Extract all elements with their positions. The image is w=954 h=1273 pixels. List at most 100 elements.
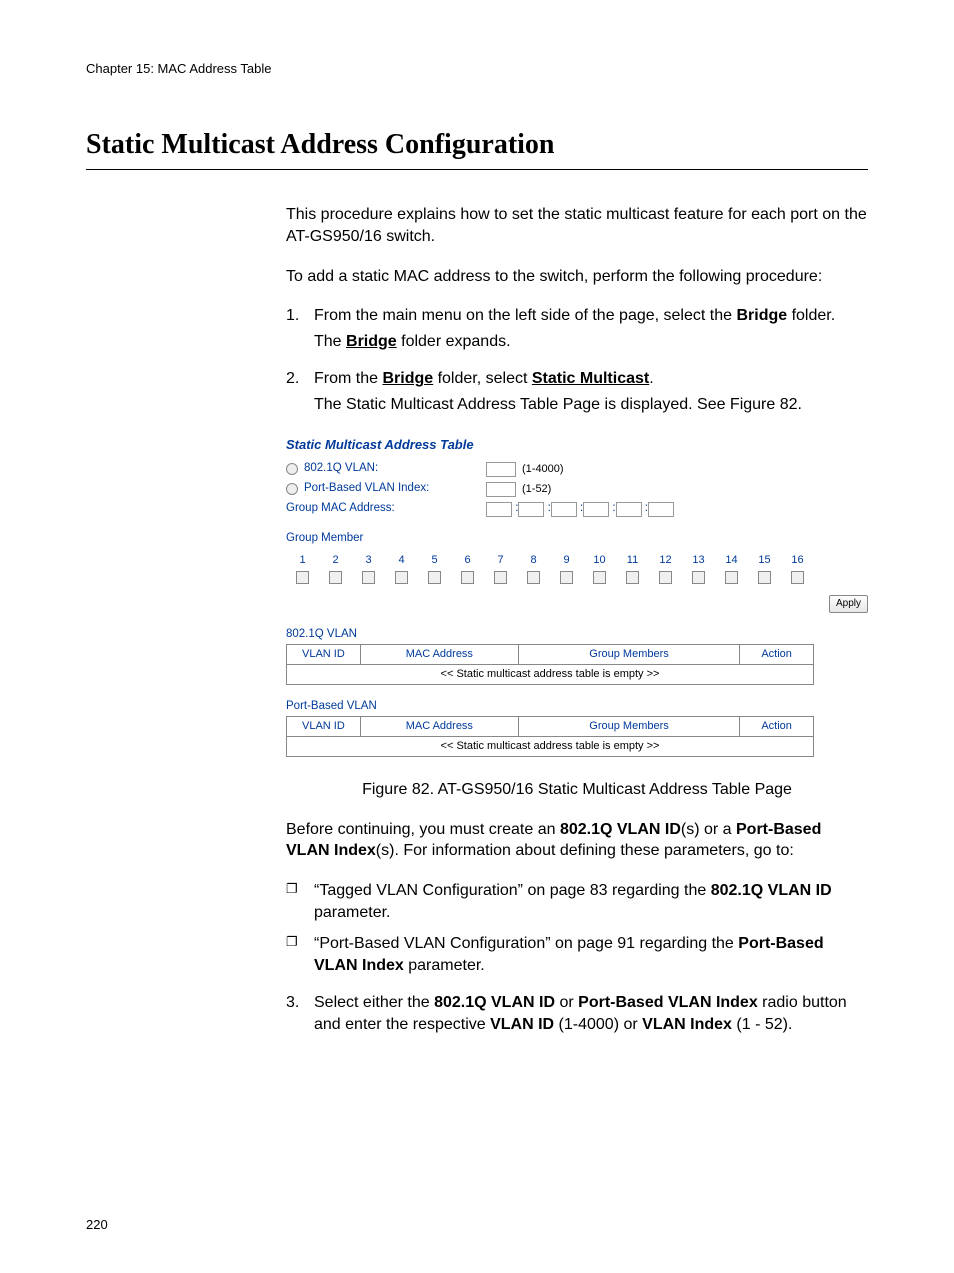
col-vlan-id: VLAN ID [287, 717, 361, 737]
text: or [555, 994, 578, 1011]
port-checkbox-11[interactable] [626, 571, 639, 584]
step-number: 3. [286, 992, 314, 1035]
text: parameter. [404, 957, 485, 974]
text: “Tagged VLAN Configuration” on page 83 r… [314, 882, 711, 899]
port-checkbox-1[interactable] [296, 571, 309, 584]
bridge-bold: Bridge [736, 307, 787, 324]
label-8021q-vlan: 802.1Q VLAN: [304, 461, 378, 477]
mac-octet-5[interactable] [616, 502, 642, 517]
col-vlan-id: VLAN ID [287, 645, 361, 665]
port-checkbox-14[interactable] [725, 571, 738, 584]
input-port-based-vlan[interactable] [486, 482, 516, 497]
radio-row-portbased: Port-Based VLAN Index: (1-52) [286, 479, 868, 499]
main-column: This procedure explains how to set the s… [286, 204, 868, 1035]
bold-8021q-vlan-id: 802.1Q VLAN ID [560, 821, 681, 838]
port-col-10: 10 [583, 551, 616, 570]
port-col-14: 14 [715, 551, 748, 570]
mac-octet-6[interactable] [648, 502, 674, 517]
port-checkbox-3[interactable] [362, 571, 375, 584]
step-body: Select either the 802.1Q VLAN ID or Port… [314, 992, 868, 1035]
port-col-2: 2 [319, 551, 352, 570]
page-number: 220 [86, 1216, 868, 1234]
port-checkbox-4[interactable] [395, 571, 408, 584]
intro-paragraph-1: This procedure explains how to set the s… [286, 204, 868, 247]
apply-button[interactable]: Apply [829, 595, 868, 613]
bullet-body: “Port-Based VLAN Configuration” on page … [314, 933, 868, 976]
port-checkbox-15[interactable] [758, 571, 771, 584]
text: (s). For information about defining thes… [376, 842, 794, 859]
port-checkbox-9[interactable] [560, 571, 573, 584]
bullet-1: ❐ “Tagged VLAN Configuration” on page 83… [286, 880, 868, 923]
mac-octet-2[interactable] [518, 502, 544, 517]
port-checkbox-8[interactable] [527, 571, 540, 584]
text: From the [314, 370, 382, 387]
text: Before continuing, you must create an [286, 821, 560, 838]
hint-portbased: (1-52) [522, 482, 551, 497]
bullet-body: “Tagged VLAN Configuration” on page 83 r… [314, 880, 868, 923]
port-checkbox-6[interactable] [461, 571, 474, 584]
text: From the main menu on the left side of t… [314, 307, 736, 324]
figure-caption: Figure 82. AT-GS950/16 Static Multicast … [286, 779, 868, 801]
before-continuing: Before continuing, you must create an 80… [286, 819, 868, 862]
figure-82: Static Multicast Address Table 802.1Q VL… [286, 436, 868, 758]
ports-checkbox-row [286, 569, 814, 591]
radio-8021q-vlan[interactable] [286, 463, 298, 475]
ports-table: 1 2 3 4 5 6 7 8 9 10 11 12 13 14 15 16 [286, 551, 814, 592]
port-checkbox-13[interactable] [692, 571, 705, 584]
step-body: From the Bridge folder, select Static Mu… [314, 368, 868, 415]
step-1: 1. From the main menu on the left side o… [286, 305, 868, 352]
port-checkbox-16[interactable] [791, 571, 804, 584]
label-port-based-vlan: Port-Based VLAN Index: [304, 481, 429, 497]
addr-table-portbased: VLAN ID MAC Address Group Members Action… [286, 716, 814, 757]
bold-8021q-vlan-id: 802.1Q VLAN ID [711, 882, 832, 899]
radio-port-based-vlan[interactable] [286, 483, 298, 495]
step-number: 2. [286, 368, 314, 415]
procedure-list: 1. From the main menu on the left side o… [286, 305, 868, 415]
group-member-label: Group Member [286, 531, 868, 547]
mac-octet-4[interactable] [583, 502, 609, 517]
text: folder. [787, 307, 835, 324]
page-title: Static Multicast Address Configuration [86, 126, 868, 164]
col-group-members: Group Members [518, 717, 739, 737]
port-col-5: 5 [418, 551, 451, 570]
port-col-16: 16 [781, 551, 814, 570]
input-8021q-vlan[interactable] [486, 462, 516, 477]
bullet-icon: ❐ [286, 880, 314, 923]
mac-octet-1[interactable] [486, 502, 512, 517]
table-label-8021q: 802.1Q VLAN [286, 627, 868, 643]
static-multicast-link[interactable]: Static Multicast [532, 370, 649, 387]
bridge-link[interactable]: Bridge [346, 333, 397, 350]
port-col-1: 1 [286, 551, 319, 570]
text: (s) or a [681, 821, 736, 838]
step-3: 3. Select either the 802.1Q VLAN ID or P… [286, 992, 868, 1035]
bridge-link[interactable]: Bridge [382, 370, 433, 387]
port-col-4: 4 [385, 551, 418, 570]
port-checkbox-2[interactable] [329, 571, 342, 584]
mac-octet-3[interactable] [551, 502, 577, 517]
col-group-members: Group Members [518, 645, 739, 665]
step-2: 2. From the Bridge folder, select Static… [286, 368, 868, 415]
text: “Port-Based VLAN Configuration” on page … [314, 935, 738, 952]
port-checkbox-12[interactable] [659, 571, 672, 584]
bold-vlan-index: VLAN Index [642, 1016, 732, 1033]
bullet-list: ❐ “Tagged VLAN Configuration” on page 83… [286, 880, 868, 976]
figure-body: 802.1Q VLAN: (1-4000) Port-Based VLAN In… [286, 459, 868, 757]
hint-8021q: (1-4000) [522, 462, 564, 477]
bullet-2: ❐ “Port-Based VLAN Configuration” on pag… [286, 933, 868, 976]
port-checkbox-5[interactable] [428, 571, 441, 584]
table-label-portbased: Port-Based VLAN [286, 699, 868, 715]
col-action: Action [740, 717, 814, 737]
ports-header-row: 1 2 3 4 5 6 7 8 9 10 11 12 13 14 15 16 [286, 551, 814, 570]
sub-line: The Bridge folder expands. [314, 331, 868, 353]
port-col-15: 15 [748, 551, 781, 570]
text: folder expands. [397, 333, 511, 350]
port-col-13: 13 [682, 551, 715, 570]
port-checkbox-7[interactable] [494, 571, 507, 584]
col-action: Action [740, 645, 814, 665]
label-group-mac: Group MAC Address: [286, 501, 395, 517]
figure-title: Static Multicast Address Table [286, 436, 868, 454]
text: folder, select [433, 370, 532, 387]
text: (1 - 52). [732, 1016, 792, 1033]
port-checkbox-10[interactable] [593, 571, 606, 584]
port-col-8: 8 [517, 551, 550, 570]
